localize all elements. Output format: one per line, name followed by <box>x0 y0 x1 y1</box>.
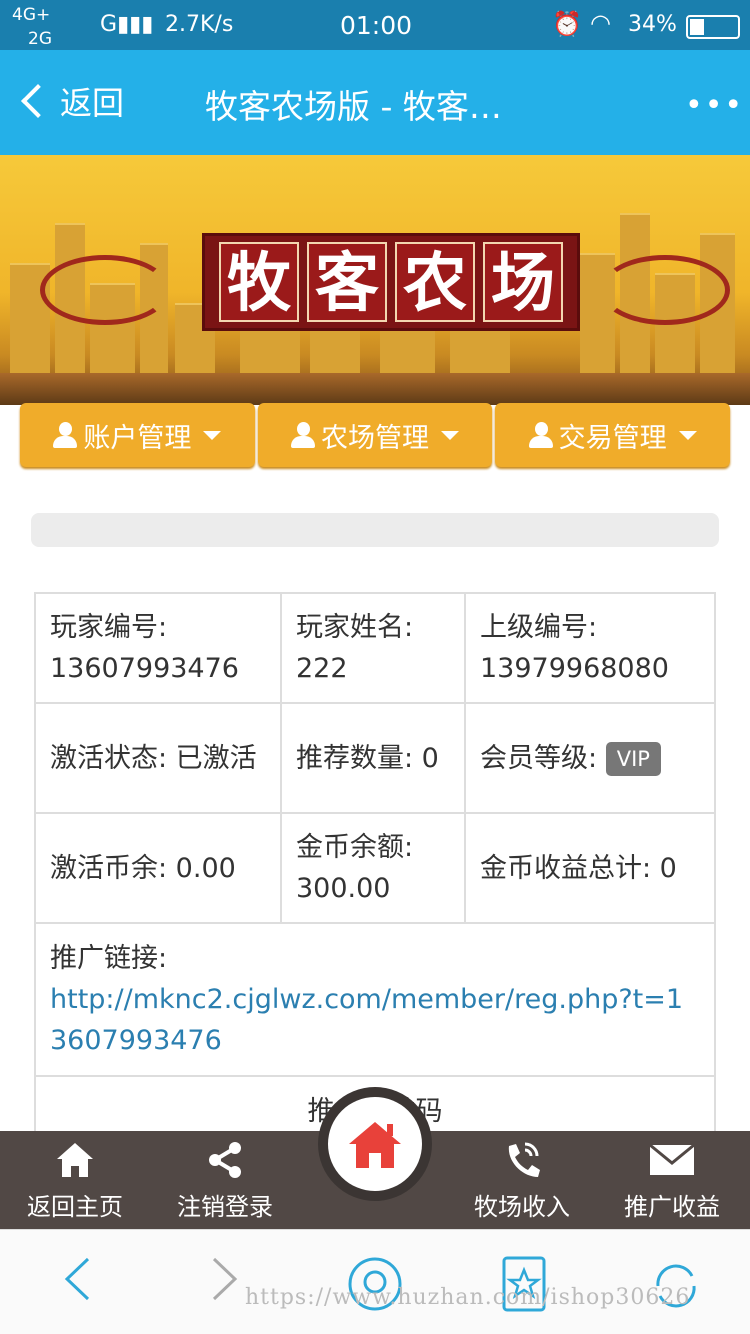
referral-count-cell: 推荐数量: 0 <box>280 702 466 814</box>
gold-balance-cell: 金币余额: 300.00 <box>280 812 466 924</box>
promo-link-label: 推广链接: <box>50 943 168 974</box>
player-name-cell: 玩家姓名: 222 <box>280 592 466 704</box>
wifi-icon: ◠ <box>590 9 611 37</box>
player-id-value: 13607993476 <box>50 653 239 684</box>
watermark: https://www.huzhan.com/ishop30626 <box>245 1285 691 1310</box>
player-name-label: 玩家姓名: <box>296 612 414 643</box>
user-icon <box>291 422 315 448</box>
user-icon <box>528 422 553 448</box>
player-info-table: 玩家编号: 13607993476 玩家姓名: 222 上级编号: 139799… <box>34 592 716 1147</box>
page-title: 牧客农场版 - 牧客… <box>205 87 502 126</box>
tab-label: 推广收益 <box>624 1193 720 1221</box>
network-type-4g: 4G+ <box>12 5 51 25</box>
banner: 牧 客 农 场 <box>0 155 750 405</box>
house-icon <box>328 1097 422 1191</box>
tab-label: 返回主页 <box>27 1193 123 1221</box>
trade-management-dropdown[interactable]: 交易管理 <box>495 403 731 467</box>
battery-icon <box>686 15 740 39</box>
parent-id-value: 13979968080 <box>480 653 669 684</box>
table-row: 激活状态: 已激活 推荐数量: 0 会员等级: VIP <box>34 702 716 814</box>
back-button[interactable]: 返回 <box>18 78 124 124</box>
caret-down-icon <box>203 430 222 440</box>
tab-logout[interactable]: 注销登录 <box>150 1139 300 1222</box>
home-icon <box>0 1139 150 1181</box>
logo-char: 农 <box>395 242 475 322</box>
player-id-cell: 玩家编号: 13607993476 <box>34 592 282 704</box>
center-home-button[interactable] <box>318 1087 432 1201</box>
chevron-left-icon <box>21 84 55 118</box>
cloud-ornament-left <box>40 255 170 325</box>
logo-char: 牧 <box>219 242 299 322</box>
clock: 01:00 <box>340 11 413 40</box>
member-level-cell: 会员等级: VIP <box>464 702 716 814</box>
network-speed: 2.7K/s <box>165 12 234 37</box>
network-type-2g: 2G <box>28 29 52 49</box>
member-level-label: 会员等级: <box>480 742 598 774</box>
logo-char: 客 <box>307 242 387 322</box>
progress-bar <box>31 513 719 547</box>
table-row: 激活币余: 0.00 金币余额: 300.00 金币收益总计: 0 <box>34 812 716 924</box>
member-level-badge: VIP <box>605 742 661 776</box>
farm-management-dropdown[interactable]: 农场管理 <box>257 403 493 467</box>
tab-label: 牧场收入 <box>474 1193 570 1221</box>
management-menu: 账户管理 农场管理 交易管理 <box>20 403 731 467</box>
more-menu-button[interactable]: ••• <box>685 88 744 123</box>
carrier-label: G <box>100 12 118 37</box>
tab-ranch-income[interactable]: 牧场收入 <box>447 1139 597 1222</box>
status-bar: 4G+ 2G G▮▮▮ 2.7K/s 01:00 ⏰ ◠ 34% <box>0 0 750 50</box>
share-icon <box>150 1139 300 1181</box>
logo-char: 场 <box>483 242 563 322</box>
phone-icon <box>447 1139 597 1181</box>
gold-income-cell: 金币收益总计: 0 <box>464 812 716 924</box>
back-label: 返回 <box>60 84 125 122</box>
mail-icon <box>597 1139 747 1181</box>
tab-promo-income[interactable]: 推广收益 <box>597 1139 747 1222</box>
activation-status-cell: 激活状态: 已激活 <box>34 702 282 814</box>
user-icon <box>53 422 78 448</box>
activation-coins-cell: 激活币余: 0.00 <box>34 812 282 924</box>
battery-percent: 34% <box>628 12 677 37</box>
table-row: 推广链接: http://mknc2.cjglwz.com/member/reg… <box>34 922 716 1077</box>
alarm-icon: ⏰ <box>552 10 582 38</box>
nav-bar: 返回 牧客农场版 - 牧客… ••• <box>0 50 750 155</box>
gold-balance-label: 金币余额: <box>296 832 414 863</box>
player-id-label: 玩家编号: <box>50 612 168 643</box>
promo-link-cell: 推广链接: http://mknc2.cjglwz.com/member/reg… <box>34 922 716 1077</box>
tab-label: 注销登录 <box>177 1193 273 1221</box>
tab-home[interactable]: 返回主页 <box>0 1139 150 1222</box>
menu-label: 交易管理 <box>558 422 667 454</box>
table-row: 玩家编号: 13607993476 玩家姓名: 222 上级编号: 139799… <box>34 592 716 704</box>
browser-toolbar <box>0 1229 750 1334</box>
cloud-ornament-right <box>600 255 730 325</box>
menu-label: 农场管理 <box>321 422 429 454</box>
parent-id-cell: 上级编号: 13979968080 <box>464 592 716 704</box>
browser-back-icon[interactable] <box>62 1256 92 1306</box>
caret-down-icon <box>441 430 459 440</box>
menu-label: 账户管理 <box>83 422 192 454</box>
gold-balance-value: 300.00 <box>296 873 391 904</box>
parent-id-label: 上级编号: <box>480 612 598 643</box>
banner-logo: 牧 客 农 场 <box>202 233 580 331</box>
account-management-dropdown[interactable]: 账户管理 <box>20 403 255 467</box>
player-name-value: 222 <box>296 653 348 684</box>
caret-down-icon <box>678 430 697 440</box>
browser-forward-icon[interactable] <box>210 1256 240 1306</box>
promo-link[interactable]: http://mknc2.cjglwz.com/member/reg.php?t… <box>50 984 683 1056</box>
signal-icon: G▮▮▮ <box>100 12 154 37</box>
